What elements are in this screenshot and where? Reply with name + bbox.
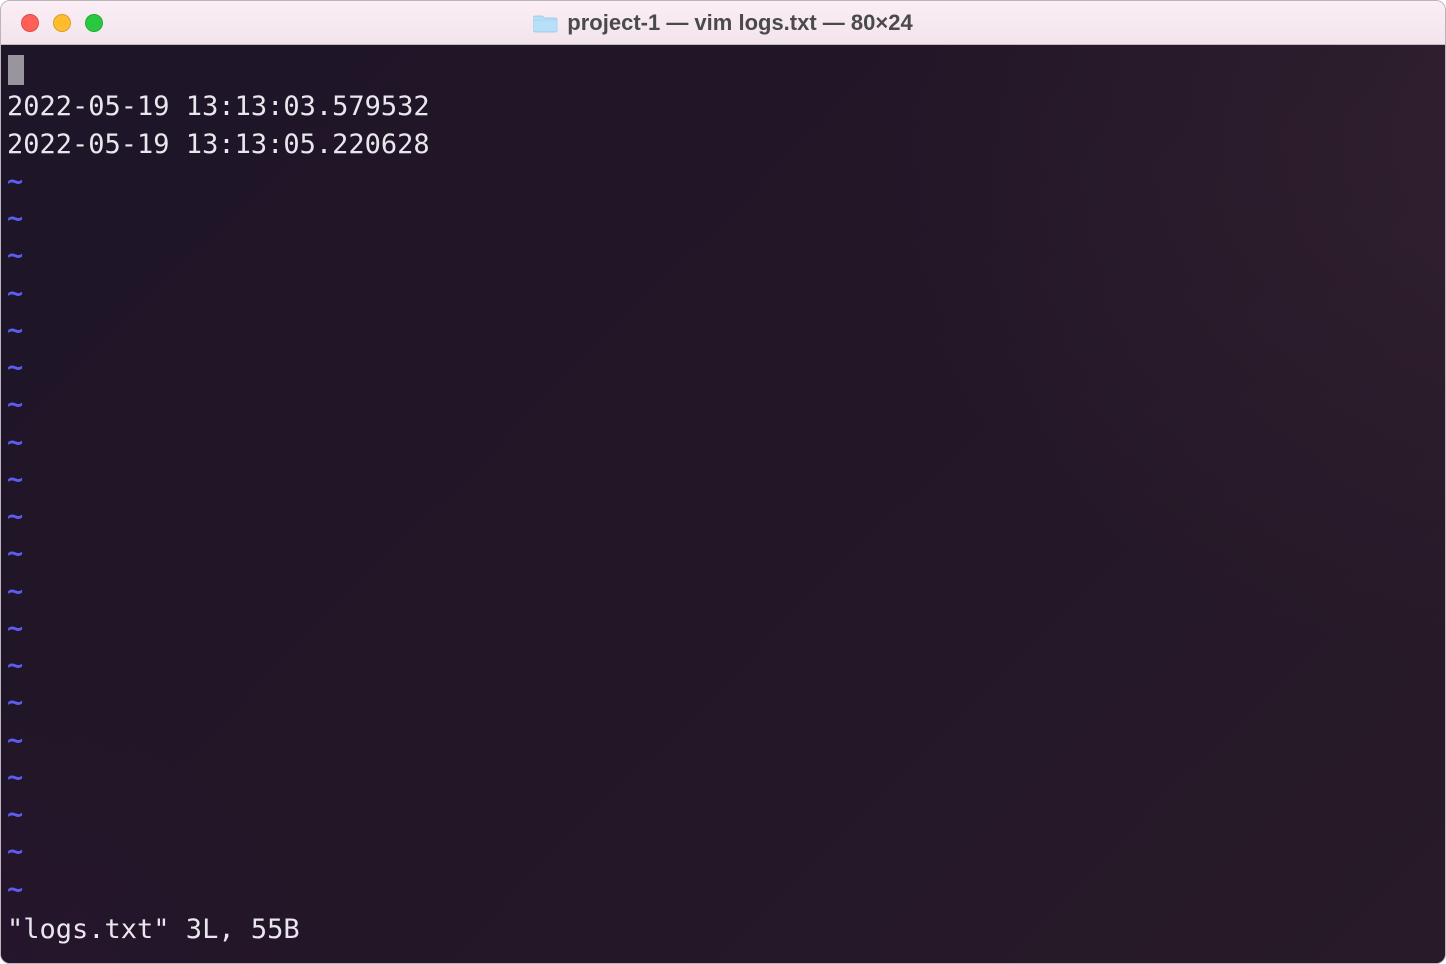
window-title: project-1 — vim logs.txt — 80×24 xyxy=(533,10,912,36)
minimize-icon[interactable] xyxy=(53,14,71,32)
empty-line-tilde: ~ xyxy=(7,424,1439,461)
empty-line-tilde: ~ xyxy=(7,386,1439,423)
traffic-lights xyxy=(21,14,103,32)
empty-line-tilde: ~ xyxy=(7,871,1439,908)
close-icon[interactable] xyxy=(21,14,39,32)
empty-line-tilde: ~ xyxy=(7,722,1439,759)
empty-line-tilde: ~ xyxy=(7,275,1439,312)
empty-line-tilde: ~ xyxy=(7,573,1439,610)
vim-status-line: "logs.txt" 3L, 55B xyxy=(7,914,300,945)
fullscreen-icon[interactable] xyxy=(85,14,103,32)
empty-line-tilde: ~ xyxy=(7,610,1439,647)
empty-line-tilde: ~ xyxy=(7,163,1439,200)
vim-buffer: 2022-05-19 13:13:03.5795322022-05-19 13:… xyxy=(7,51,1439,163)
buffer-line: 2022-05-19 13:13:03.579532 xyxy=(7,88,1439,125)
empty-line-tilde: ~ xyxy=(7,647,1439,684)
cursor-icon xyxy=(8,55,24,85)
titlebar[interactable]: project-1 — vim logs.txt — 80×24 xyxy=(1,1,1445,45)
empty-line-tilde: ~ xyxy=(7,200,1439,237)
buffer-line xyxy=(7,51,1439,88)
terminal-content: 2022-05-19 13:13:03.5795322022-05-19 13:… xyxy=(1,45,1445,963)
empty-line-tilde: ~ xyxy=(7,796,1439,833)
empty-line-tilde: ~ xyxy=(7,461,1439,498)
buffer-line: 2022-05-19 13:13:05.220628 xyxy=(7,126,1439,163)
empty-line-tilde: ~ xyxy=(7,498,1439,535)
empty-line-tilde: ~ xyxy=(7,535,1439,572)
empty-line-tilde: ~ xyxy=(7,312,1439,349)
empty-line-tilde: ~ xyxy=(7,237,1439,274)
terminal-window: project-1 — vim logs.txt — 80×24 2022-05… xyxy=(0,0,1446,964)
empty-line-tilde: ~ xyxy=(7,833,1439,870)
empty-line-tilde: ~ xyxy=(7,349,1439,386)
empty-line-tilde: ~ xyxy=(7,759,1439,796)
vim-empty-lines: ~~~~~~~~~~~~~~~~~~~~ xyxy=(7,163,1439,908)
folder-icon xyxy=(533,13,557,33)
terminal-viewport[interactable]: 2022-05-19 13:13:03.5795322022-05-19 13:… xyxy=(1,45,1445,963)
empty-line-tilde: ~ xyxy=(7,684,1439,721)
window-title-text: project-1 — vim logs.txt — 80×24 xyxy=(567,10,912,36)
